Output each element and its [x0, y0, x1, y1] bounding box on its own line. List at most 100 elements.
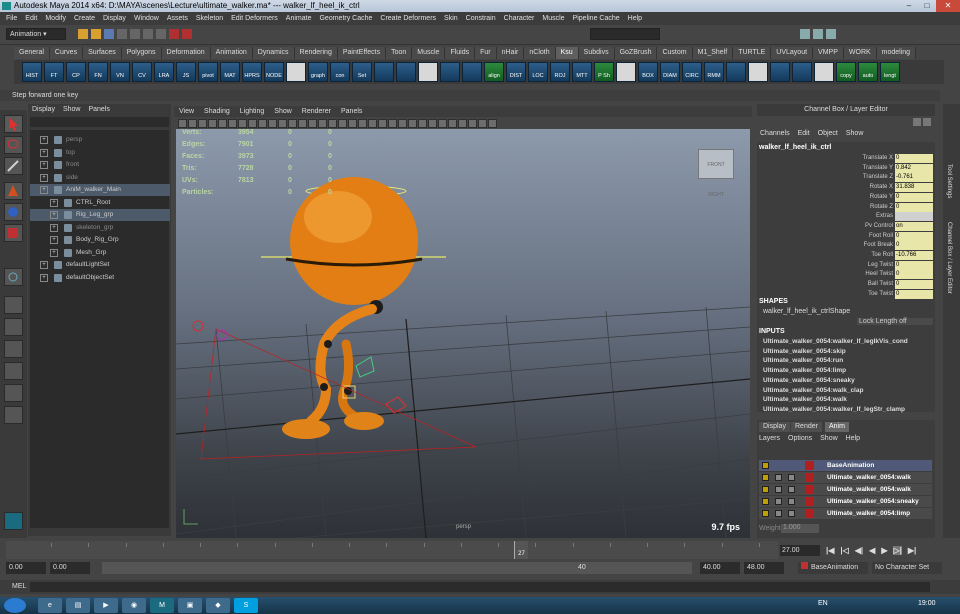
viewport-tool-16-icon[interactable]: [338, 118, 347, 128]
viewport-tool-11-icon[interactable]: [288, 118, 297, 128]
shelf-button-23-icon[interactable]: LOC: [528, 62, 548, 82]
shelf-button-32-icon[interactable]: [726, 62, 746, 82]
cb-layout-icon[interactable]: [913, 118, 921, 126]
clock[interactable]: 19:00: [918, 600, 936, 607]
menu-animate[interactable]: Animate: [282, 12, 316, 25]
viewport-tool-10-icon[interactable]: [278, 118, 287, 128]
viewport-tool-0-icon[interactable]: [178, 118, 187, 128]
name-field[interactable]: [590, 28, 660, 40]
shelf-button-15-icon[interactable]: Set: [352, 62, 372, 82]
taskbar-skype-icon[interactable]: S: [234, 598, 258, 613]
expand-toggle-icon[interactable]: +: [50, 236, 58, 244]
layer-menu-help[interactable]: Help: [846, 435, 860, 442]
channel-value[interactable]: -10.766: [895, 251, 933, 260]
shelf-button-3-icon[interactable]: FN: [88, 62, 108, 82]
viewport-menu-show[interactable]: Show: [269, 106, 297, 117]
menu-edit-deformers[interactable]: Edit Deformers: [227, 12, 282, 25]
shelf-button-12-icon[interactable]: [286, 62, 306, 82]
ipr-render-icon[interactable]: [182, 29, 192, 39]
taskbar-dropbox-icon[interactable]: ◆: [206, 598, 230, 613]
channel-value[interactable]: -0.761: [895, 173, 933, 183]
go-start-icon[interactable]: |◀: [826, 546, 834, 555]
cb-layout2-icon[interactable]: [923, 118, 931, 126]
menu-character[interactable]: Character: [500, 12, 539, 25]
viewport-tool-26-icon[interactable]: [438, 118, 447, 128]
shelf-button-37-icon[interactable]: copy: [836, 62, 856, 82]
viewport-tool-28-icon[interactable]: [458, 118, 467, 128]
shelf-button-28-icon[interactable]: BOX: [638, 62, 658, 82]
menu-file[interactable]: File: [2, 12, 21, 25]
layout-outliner-icon[interactable]: [4, 362, 23, 380]
viewport-tool-1-icon[interactable]: [188, 118, 197, 128]
mel-input[interactable]: [30, 582, 930, 592]
snap-curve-icon[interactable]: [143, 29, 153, 39]
layer-tab-render[interactable]: Render: [791, 422, 822, 432]
shelf-tab-turtle[interactable]: TURTLE: [733, 47, 772, 59]
shelf-tab-surfaces[interactable]: Surfaces: [83, 47, 122, 59]
shelf-button-35-icon[interactable]: [792, 62, 812, 82]
layer-mute-icon[interactable]: [775, 486, 782, 493]
current-frame-field[interactable]: 27.00: [780, 544, 820, 556]
expand-toggle-icon[interactable]: +: [50, 223, 58, 232]
maximize-button[interactable]: □: [918, 0, 936, 12]
taskbar-chrome-icon[interactable]: ◉: [122, 598, 146, 613]
input-node[interactable]: Ultimate_walker_0054:sneaky: [763, 377, 855, 384]
channel-row[interactable]: Leg Twist 0: [757, 260, 935, 270]
expand-toggle-icon[interactable]: +: [40, 273, 48, 282]
shelf-tab-ncloth[interactable]: nCloth: [524, 47, 556, 59]
shelf-tab-polygons[interactable]: Polygons: [121, 47, 162, 59]
taskbar-ie-icon[interactable]: e: [38, 598, 62, 613]
shelf-tab-animation[interactable]: Animation: [210, 47, 253, 59]
shelf-button-17-icon[interactable]: [396, 62, 416, 82]
input-node[interactable]: Ultimate_walker_0054:run: [763, 357, 843, 364]
menu-assets[interactable]: Assets: [163, 12, 192, 25]
channel-value[interactable]: 0: [895, 289, 933, 299]
layer-tab-display[interactable]: Display: [759, 422, 790, 432]
mudbox-icon[interactable]: [4, 512, 23, 530]
layout-single-icon[interactable]: [4, 296, 23, 314]
layer-mute-icon[interactable]: [775, 498, 782, 505]
shelf-button-9-icon[interactable]: MAT: [220, 62, 240, 82]
shelf-tab-nhair[interactable]: nHair: [496, 47, 525, 59]
channel-value[interactable]: 0: [895, 231, 933, 241]
expand-toggle-icon[interactable]: +: [40, 261, 48, 269]
viewport-tool-20-icon[interactable]: [378, 118, 387, 128]
shelf-tab-painteffects[interactable]: PaintEffects: [337, 47, 387, 59]
layer-menu-show[interactable]: Show: [820, 435, 838, 442]
channel-value[interactable]: 0: [895, 241, 933, 251]
shelf-button-24-icon[interactable]: ROJ: [550, 62, 570, 82]
shelf-button-21-icon[interactable]: align: [484, 62, 504, 82]
layer-solo-icon[interactable]: [788, 474, 795, 481]
move-tool-icon[interactable]: [4, 182, 23, 200]
paint-select-icon[interactable]: [4, 157, 23, 175]
shelf-button-0-icon[interactable]: HIST: [22, 62, 42, 82]
viewport-tool-9-icon[interactable]: [268, 118, 277, 128]
shelf-button-39-icon[interactable]: lengt: [880, 62, 900, 82]
shelf-button-4-icon[interactable]: VN: [110, 62, 130, 82]
anim-layer-row[interactable]: BaseAnimation: [759, 460, 932, 471]
time-slider[interactable]: [6, 541, 778, 559]
input-node[interactable]: Ultimate_walker_0054:walker_lf_legStr_cl…: [763, 406, 905, 413]
shelf-tab-curves[interactable]: Curves: [49, 47, 84, 59]
channel-row[interactable]: Rotate Y0: [757, 192, 935, 202]
channel-menu-show[interactable]: Show: [846, 130, 864, 140]
shelf-tab-gozbrush[interactable]: GoZBrush: [614, 47, 658, 59]
layer-solo-icon[interactable]: [788, 498, 795, 505]
shelf-button-33-icon[interactable]: [748, 62, 768, 82]
channel-value[interactable]: 0: [895, 270, 933, 280]
outliner-item[interactable]: + skeleton_grp: [30, 222, 170, 234]
channel-row[interactable]: Pv Control on: [757, 221, 935, 231]
outliner-item[interactable]: + defaultLightSet: [30, 259, 170, 271]
channel-box-tab[interactable]: Channel Box / Layer Editor: [946, 222, 952, 294]
menu-muscle[interactable]: Muscle: [538, 12, 568, 25]
shelf-tab-toon[interactable]: Toon: [386, 47, 413, 59]
menu-create-deformers[interactable]: Create Deformers: [376, 12, 440, 25]
outliner-menu-panels[interactable]: Panels: [88, 104, 109, 115]
expand-toggle-icon[interactable]: +: [50, 211, 58, 219]
shelf-button-6-icon[interactable]: LRA: [154, 62, 174, 82]
outliner-filter-field[interactable]: [30, 117, 169, 127]
layer-menu-options[interactable]: Options: [788, 435, 812, 442]
menu-skin[interactable]: Skin: [440, 12, 462, 25]
channel-row[interactable]: Extras: [757, 212, 935, 222]
viewport-tool-14-icon[interactable]: [318, 118, 327, 128]
